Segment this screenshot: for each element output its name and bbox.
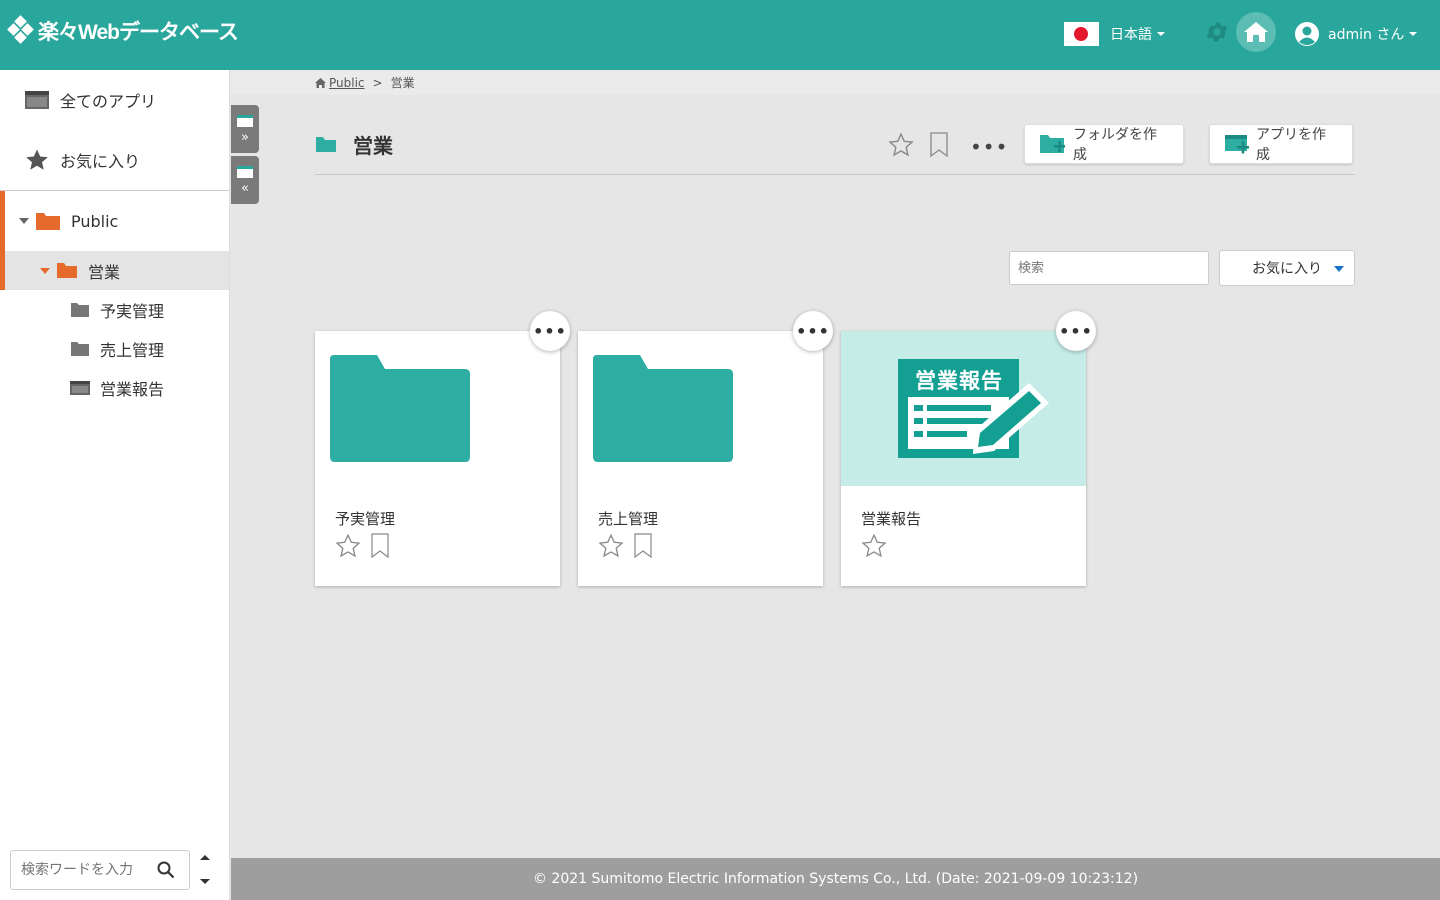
sidebar-search-input[interactable] bbox=[11, 851, 151, 889]
page-title-text: 営業 bbox=[353, 134, 393, 158]
app-window-icon bbox=[25, 91, 49, 109]
content-search-input[interactable] bbox=[1009, 251, 1209, 285]
double-chevron-right-icon: » bbox=[241, 129, 249, 145]
sidebar: 全てのアプリ お気に入り Public 営業 予実管理 売上管理 営業報告 検索… bbox=[0, 70, 230, 900]
gear-icon[interactable] bbox=[1204, 19, 1230, 45]
star-outline-icon[interactable] bbox=[335, 533, 361, 559]
thumbnail-title-text: 営業報告 bbox=[915, 369, 1003, 393]
tree-item-label: 営業報告 bbox=[100, 379, 165, 399]
tree-item-label: 営業 bbox=[88, 262, 121, 282]
app-thumbnail: 営業報告 bbox=[841, 331, 1086, 486]
tree-item-public[interactable]: Public bbox=[0, 191, 229, 251]
tree-item-label: Public bbox=[71, 211, 119, 231]
page-header: 営業 ••• フォルダを作成 アプリを作成 bbox=[315, 115, 1355, 175]
sidebar-item-label: 全てのアプリ bbox=[60, 92, 157, 111]
japan-flag-icon bbox=[1064, 22, 1099, 46]
user-menu[interactable]: admin さん bbox=[1294, 21, 1418, 47]
tree-item-sales-report[interactable]: 営業報告 bbox=[0, 368, 229, 407]
user-name: admin さん bbox=[1328, 27, 1405, 43]
user-avatar-icon bbox=[1295, 22, 1319, 46]
logo-mark-icon bbox=[6, 15, 36, 46]
tree-item-label: 売上管理 bbox=[100, 340, 165, 360]
breadcrumb-current: 営業 bbox=[390, 76, 415, 90]
double-chevron-left-icon: « bbox=[241, 180, 249, 196]
logo-text: 楽々Webデータベース bbox=[38, 21, 239, 44]
create-app-button[interactable]: アプリを作成 bbox=[1209, 124, 1353, 164]
card-more-button[interactable]: ••• bbox=[793, 311, 833, 351]
card-sales-management[interactable]: 売上管理 bbox=[578, 331, 823, 586]
app-logo[interactable]: 楽々Webデータベース bbox=[6, 15, 239, 46]
create-app-label: アプリを作成 bbox=[1256, 127, 1326, 163]
star-icon bbox=[26, 149, 48, 170]
caret-down-icon[interactable] bbox=[40, 267, 50, 274]
card-title: 売上管理 bbox=[598, 510, 659, 528]
home-button[interactable] bbox=[1236, 12, 1276, 52]
bookmark-outline-icon[interactable] bbox=[370, 533, 390, 559]
chevron-down-icon bbox=[1334, 266, 1344, 272]
footer: © 2021 Sumitomo Electric Information Sys… bbox=[231, 858, 1440, 900]
sidebar-search bbox=[10, 850, 190, 890]
tree-item-sales-management[interactable]: 売上管理 bbox=[0, 329, 229, 368]
collapse-sidebar-tab[interactable]: « bbox=[231, 156, 259, 204]
sidebar-item-all-apps[interactable]: 全てのアプリ bbox=[0, 70, 229, 130]
folder-thumbnail-icon bbox=[593, 355, 733, 462]
folder-tree: Public 営業 予実管理 売上管理 営業報告 bbox=[0, 191, 229, 407]
breadcrumb: Public > 営業 bbox=[231, 70, 1440, 95]
search-icon[interactable] bbox=[157, 861, 175, 879]
report-edit-icon bbox=[898, 359, 1049, 458]
star-outline-icon[interactable] bbox=[598, 533, 624, 559]
tree-item-sales[interactable]: 営業 bbox=[0, 251, 229, 290]
folder-icon bbox=[71, 302, 89, 317]
folder-icon bbox=[36, 213, 60, 230]
app-window-icon bbox=[70, 380, 90, 395]
expand-sidebar-tab[interactable]: » bbox=[231, 105, 259, 153]
sidebar-item-label: お気に入り bbox=[60, 152, 141, 171]
tree-item-budget[interactable]: 予実管理 bbox=[0, 290, 229, 329]
copyright-text: © 2021 Sumitomo Electric Information Sys… bbox=[532, 871, 1139, 887]
card-budget[interactable]: 予実管理 bbox=[315, 331, 560, 586]
chevron-down-icon bbox=[1157, 32, 1165, 36]
panel-icon bbox=[237, 114, 253, 127]
folder-icon bbox=[316, 137, 336, 152]
panel-icon bbox=[237, 165, 253, 178]
home-icon bbox=[1244, 22, 1268, 42]
language-label: 日本語 bbox=[1110, 27, 1152, 43]
star-outline-icon[interactable] bbox=[861, 533, 887, 559]
breadcrumb-link-public[interactable]: Public bbox=[329, 76, 365, 90]
card-more-button[interactable]: ••• bbox=[1056, 311, 1096, 351]
folder-thumbnail-icon bbox=[330, 355, 470, 462]
bookmark-outline-icon[interactable] bbox=[633, 533, 653, 559]
app-header: 楽々Webデータベース 日本語 admin さん bbox=[0, 0, 1440, 70]
app-add-icon bbox=[1225, 135, 1249, 154]
star-outline-icon[interactable] bbox=[888, 132, 914, 158]
filter-select[interactable]: お気に入り bbox=[1219, 250, 1355, 286]
card-more-button[interactable]: ••• bbox=[530, 311, 570, 351]
card-title: 営業報告 bbox=[861, 510, 922, 528]
card-title: 予実管理 bbox=[335, 510, 396, 528]
folder-icon bbox=[71, 341, 89, 356]
bookmark-outline-icon[interactable] bbox=[929, 132, 949, 158]
caret-down-icon[interactable] bbox=[19, 218, 29, 224]
page-title: 営業 bbox=[315, 130, 393, 159]
chevron-down-icon bbox=[1409, 32, 1418, 36]
folder-add-icon bbox=[1040, 135, 1065, 153]
language-selector[interactable]: 日本語 bbox=[1064, 22, 1165, 46]
tree-item-label: 予実管理 bbox=[100, 301, 165, 321]
home-icon bbox=[315, 77, 326, 88]
search-scroll-arrows-icon[interactable] bbox=[198, 852, 212, 888]
sidebar-item-favorites[interactable]: お気に入り bbox=[0, 130, 229, 190]
filter-select-value: お気に入り bbox=[1252, 261, 1322, 277]
create-folder-button[interactable]: フォルダを作成 bbox=[1024, 124, 1184, 164]
card-sales-report[interactable]: 営業報告 営業報告 bbox=[841, 331, 1086, 586]
folder-icon bbox=[57, 263, 77, 278]
more-options-button[interactable]: ••• bbox=[970, 135, 1008, 159]
breadcrumb-separator: > bbox=[372, 75, 383, 90]
create-folder-label: フォルダを作成 bbox=[1073, 127, 1157, 163]
